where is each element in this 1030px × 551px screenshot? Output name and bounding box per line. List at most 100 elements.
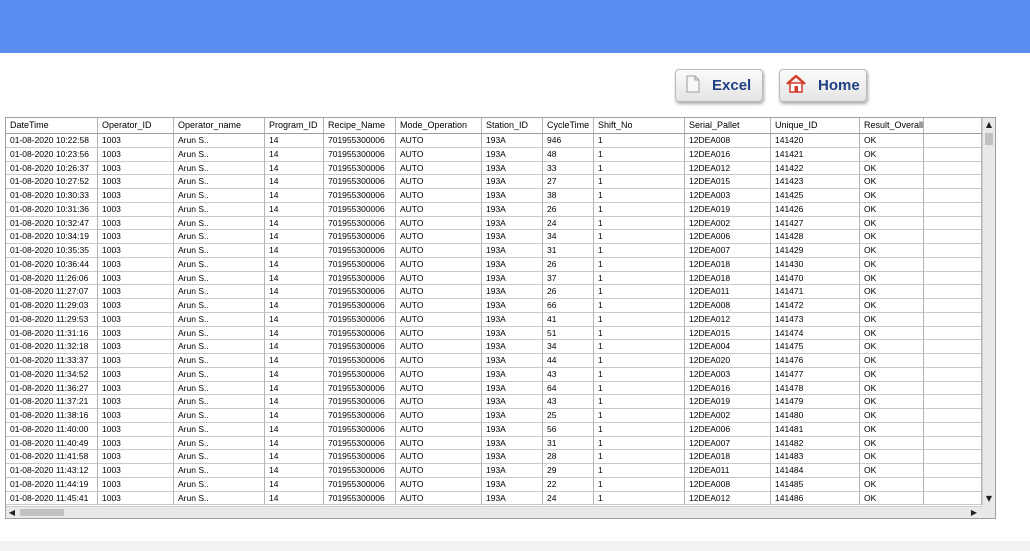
table-row[interactable]: 01-08-2020 11:29:53 1003 Arun S.. 14 7019553… xyxy=(6,312,982,327)
column-header[interactable]: Operator_name xyxy=(174,118,265,133)
table-cell: 946 xyxy=(543,134,594,148)
scrollbar-corner xyxy=(982,506,995,518)
table-cell: 12DEA011 xyxy=(685,285,771,299)
table-cell: 141483 xyxy=(771,450,860,464)
production-log-table[interactable]: DateTime Operator_ID Operator_name Program_… xyxy=(5,117,996,519)
column-header[interactable]: Recipe_Name xyxy=(324,118,396,133)
table-cell: 141485 xyxy=(771,477,860,492)
table-cell: 141471 xyxy=(771,285,860,299)
table-cell: 14 xyxy=(265,381,324,396)
arrow-down-icon[interactable]: ▼ xyxy=(983,492,995,505)
horizontal-scroll-thumb[interactable] xyxy=(20,509,64,516)
table-row[interactable]: 01-08-2020 11:36:27 1003 Arun S.. 14 7019553… xyxy=(6,381,982,396)
table-cell: 01-08-2020 11:33:37 xyxy=(6,354,98,368)
table-cell: Arun S.. xyxy=(174,381,265,396)
excel-export-button[interactable]: Excel xyxy=(675,69,763,102)
table-cell: 193A xyxy=(482,436,543,451)
table-row[interactable]: 01-08-2020 10:30:33 1003 Arun S.. 14 7019553… xyxy=(6,189,982,203)
table-cell: 701955300006 xyxy=(324,436,396,451)
table-row[interactable]: 01-08-2020 11:27:07 1003 Arun S.. 14 7019553… xyxy=(6,285,982,299)
table-row[interactable]: 01-08-2020 11:29:03 1003 Arun S.. 14 7019553… xyxy=(6,299,982,313)
column-header[interactable]: Station_ID xyxy=(482,118,543,133)
table-cell: 1003 xyxy=(98,257,174,272)
table-row[interactable]: 01-08-2020 10:36:44 1003 Arun S.. 14 7019553… xyxy=(6,257,982,272)
column-header[interactable]: Unique_ID xyxy=(771,118,860,133)
table-cell: 12DEA019 xyxy=(685,395,771,409)
table-row[interactable]: 01-08-2020 11:40:00 1003 Arun S.. 14 7019553… xyxy=(6,422,982,437)
table-cell: OK xyxy=(860,354,924,368)
table-cell: 12DEA018 xyxy=(685,257,771,272)
table-row[interactable]: 01-08-2020 10:32:47 1003 Arun S.. 14 7019553… xyxy=(6,216,982,231)
horizontal-scrollbar[interactable]: ◀ ▶ xyxy=(6,506,982,518)
table-cell: AUTO xyxy=(396,147,482,162)
arrow-right-icon[interactable]: ▶ xyxy=(968,507,980,518)
table-row[interactable]: 01-08-2020 10:31:36 1003 Arun S.. 14 7019553… xyxy=(6,202,982,217)
table-cell: 701955300006 xyxy=(324,395,396,409)
table-cell: 193A xyxy=(482,477,543,492)
table-cell: 701955300006 xyxy=(324,381,396,396)
table-cell: Arun S.. xyxy=(174,395,265,409)
table-row[interactable]: 01-08-2020 10:34:19 1003 Arun S.. 14 7019553… xyxy=(6,230,982,244)
table-row[interactable]: 01-08-2020 10:23:56 1003 Arun S.. 14 7019553… xyxy=(6,147,982,162)
table-row[interactable]: 01-08-2020 11:40:49 1003 Arun S.. 14 7019553… xyxy=(6,436,982,451)
vertical-scrollbar[interactable]: ▲ ▼ xyxy=(982,118,995,506)
column-header[interactable]: Result_Overall xyxy=(860,118,924,133)
table-row[interactable]: 01-08-2020 11:31:16 1003 Arun S.. 14 7019553… xyxy=(6,326,982,341)
column-header[interactable] xyxy=(924,118,982,133)
table-row[interactable]: 01-08-2020 11:45:41 1003 Arun S.. 14 7019553… xyxy=(6,491,982,506)
table-row[interactable]: 01-08-2020 11:43:12 1003 Arun S.. 14 7019553… xyxy=(6,464,982,478)
table-row[interactable]: 01-08-2020 11:33:37 1003 Arun S.. 14 7019553… xyxy=(6,354,982,368)
table-cell: AUTO xyxy=(396,436,482,451)
table-cell: 26 xyxy=(543,257,594,272)
table-cell: 12DEA018 xyxy=(685,271,771,286)
table-row[interactable]: 01-08-2020 11:32:18 1003 Arun S.. 14 7019553… xyxy=(6,340,982,354)
table-cell: 1 xyxy=(594,354,685,368)
table-cell: 193A xyxy=(482,450,543,464)
column-header[interactable]: Shift_No xyxy=(594,118,685,133)
table-cell: OK xyxy=(860,244,924,258)
table-cell: 24 xyxy=(543,216,594,231)
table-cell: AUTO xyxy=(396,395,482,409)
table-cell: 193A xyxy=(482,422,543,437)
table-row[interactable]: 01-08-2020 10:27:52 1003 Arun S.. 14 7019553… xyxy=(6,175,982,189)
table-cell: 51 xyxy=(543,326,594,341)
table-cell: AUTO xyxy=(396,216,482,231)
arrow-left-icon[interactable]: ◀ xyxy=(6,507,18,518)
table-row[interactable]: 01-08-2020 11:37:21 1003 Arun S.. 14 7019553… xyxy=(6,395,982,409)
table-cell: Arun S.. xyxy=(174,450,265,464)
table-row[interactable]: 01-08-2020 11:38:16 1003 Arun S.. 14 7019553… xyxy=(6,409,982,423)
table-cell: 48 xyxy=(543,147,594,162)
table-cell: OK xyxy=(860,147,924,162)
table-row[interactable]: 01-08-2020 11:34:52 1003 Arun S.. 14 7019553… xyxy=(6,367,982,382)
column-header[interactable]: Mode_Operation xyxy=(396,118,482,133)
column-header[interactable]: Program_ID xyxy=(265,118,324,133)
table-row[interactable]: 01-08-2020 10:35:35 1003 Arun S.. 14 7019553… xyxy=(6,244,982,258)
table-cell: 1003 xyxy=(98,161,174,176)
table-row[interactable]: 01-08-2020 11:44:19 1003 Arun S.. 14 7019553… xyxy=(6,477,982,492)
table-cell: 01-08-2020 11:27:07 xyxy=(6,285,98,299)
table-cell: 1003 xyxy=(98,202,174,217)
table-cell: AUTO xyxy=(396,257,482,272)
vertical-scroll-thumb[interactable] xyxy=(985,133,993,145)
table-cell: Arun S.. xyxy=(174,189,265,203)
table-cell: 193A xyxy=(482,464,543,478)
table-row[interactable]: 01-08-2020 11:26:06 1003 Arun S.. 14 7019553… xyxy=(6,271,982,286)
table-cell: 44 xyxy=(543,354,594,368)
table-cell: 34 xyxy=(543,230,594,244)
table-cell xyxy=(924,202,982,217)
column-header[interactable]: Serial_Pallet xyxy=(685,118,771,133)
arrow-up-icon[interactable]: ▲ xyxy=(983,118,995,131)
table-row[interactable]: 01-08-2020 11:41:58 1003 Arun S.. 14 7019553… xyxy=(6,450,982,464)
table-cell: 01-08-2020 11:40:49 xyxy=(6,436,98,451)
column-header[interactable]: CycleTime xyxy=(543,118,594,133)
table-cell: 193A xyxy=(482,367,543,382)
home-button[interactable]: Home xyxy=(779,69,867,102)
table-cell: 701955300006 xyxy=(324,271,396,286)
table-cell: 1 xyxy=(594,134,685,148)
column-header[interactable]: Operator_ID xyxy=(98,118,174,133)
column-header[interactable]: DateTime xyxy=(6,118,98,133)
table-cell: 14 xyxy=(265,409,324,423)
table-row[interactable]: 01-08-2020 10:22:58 1003 Arun S.. 14 7019553… xyxy=(6,134,982,148)
table-cell: 01-08-2020 11:34:52 xyxy=(6,367,98,382)
table-row[interactable]: 01-08-2020 10:26:37 1003 Arun S.. 14 7019553… xyxy=(6,161,982,176)
